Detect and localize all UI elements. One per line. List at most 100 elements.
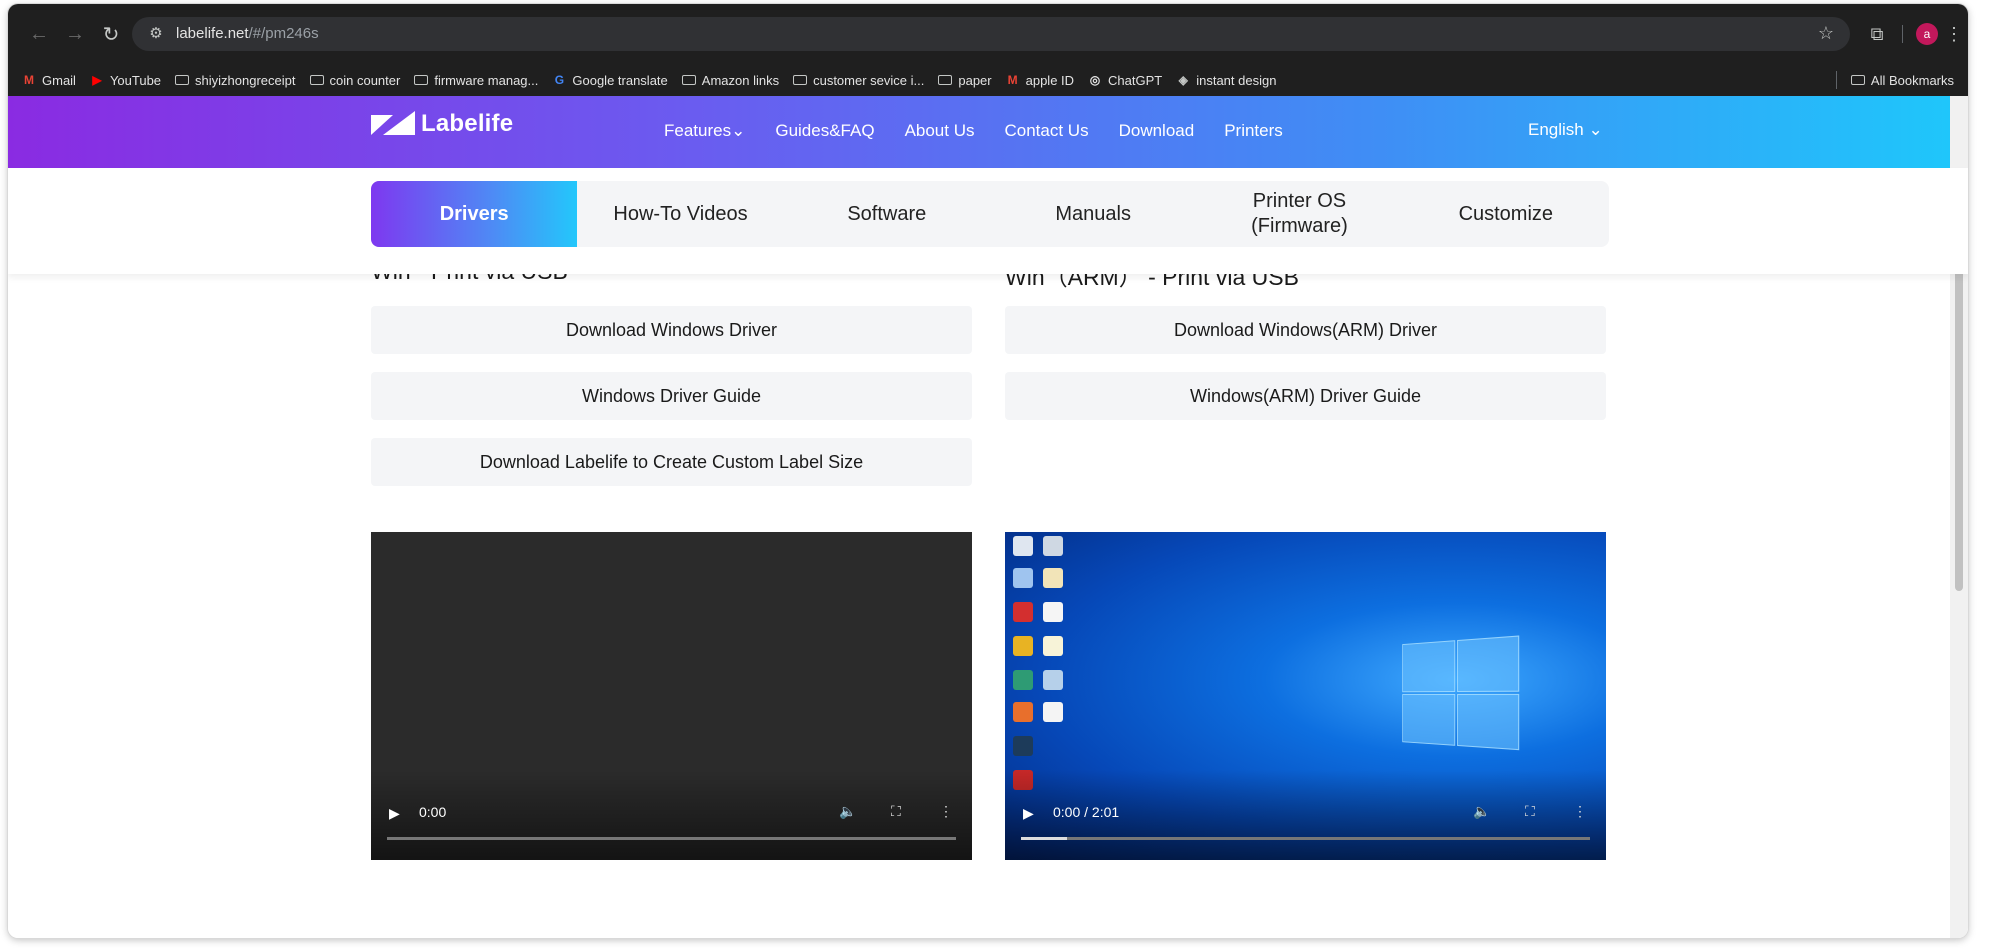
nav-features[interactable]: Features⌄ (664, 121, 745, 141)
avatar: a (1916, 23, 1938, 45)
back-button[interactable]: ← (24, 19, 54, 49)
folder-icon (793, 73, 808, 87)
folder-icon (175, 73, 190, 87)
recycle-bin-icon (1013, 536, 1033, 556)
pdf-icon (1013, 602, 1033, 622)
url-text[interactable]: labelife.net/#/pm246s (176, 25, 319, 42)
bookmark-label: ChatGPT (1108, 72, 1163, 88)
bookmark-item[interactable]: paper (938, 73, 992, 88)
tab-software[interactable]: Software (784, 181, 990, 247)
desktop-app-icon (1043, 536, 1063, 556)
pdf-icon (1043, 702, 1063, 722)
all-bookmarks-button[interactable]: All Bookmarks (1850, 72, 1954, 88)
nav-contact-us[interactable]: Contact Us (1005, 121, 1089, 141)
video-player-right[interactable]: ▶ 0:00 / 2:01 🔈 ⛶ ⋮ (1005, 532, 1606, 860)
bookmark-label: Google translate (572, 72, 668, 88)
extensions-icon[interactable]: ⧉ (1862, 19, 1892, 49)
forward-button[interactable]: → (60, 19, 90, 49)
windows-logo (1402, 635, 1523, 755)
windows-driver-guide-button[interactable]: Windows Driver Guide (371, 372, 972, 420)
bookmark-label: YouTube (109, 72, 162, 88)
page-content: Labelife Features⌄ Guides&FAQ About Us C… (8, 96, 1968, 938)
nav-download[interactable]: Download (1119, 121, 1195, 141)
profile-button[interactable]: a (1912, 19, 1942, 49)
bookmark-item[interactable]: shiyizhongreceipt (175, 72, 296, 88)
language-label: English (1528, 120, 1584, 139)
logo-text: Labelife (421, 110, 514, 137)
language-selector[interactable]: English ⌄ (1528, 120, 1603, 140)
tab-drivers[interactable]: Drivers (371, 181, 578, 247)
reload-button[interactable]: ↻ (96, 19, 126, 49)
tab-printer-os[interactable]: Printer OS (Firmware) (1196, 181, 1402, 247)
bookmark-label: firmware manag... (434, 72, 539, 88)
fullscreen-icon[interactable]: ⛶ (1525, 803, 1535, 820)
scrollbar-thumb[interactable] (1955, 231, 1963, 591)
download-windows-driver-button[interactable]: Download Windows Driver (371, 306, 972, 354)
folder-icon (1850, 73, 1865, 87)
tab-manuals[interactable]: Manuals (990, 181, 1196, 247)
nav-features-label: Features (664, 121, 732, 140)
download-labelife-button[interactable]: Download Labelife to Create Custom Label… (371, 438, 972, 486)
bookmark-item[interactable]: G Google translate (552, 72, 668, 88)
bookmark-label: apple ID (1025, 72, 1075, 88)
bookmark-label: shiyizhongreceipt (195, 72, 296, 88)
play-icon[interactable]: ▶ (389, 805, 400, 822)
menu-kebab-icon[interactable]: ⋮ (1944, 19, 1964, 49)
toolbar-divider (1902, 25, 1903, 43)
bookmark-item[interactable]: ▶ YouTube (90, 73, 161, 88)
translate-icon: G (554, 73, 565, 87)
bookmark-item[interactable]: customer sevice i... (793, 73, 924, 88)
bookmark-item[interactable]: Amazon links (681, 73, 779, 88)
windows-arm-driver-guide-button[interactable]: Windows(ARM) Driver Guide (1005, 372, 1606, 420)
bookmark-item[interactable]: Mapple ID (1006, 73, 1074, 88)
volume-icon[interactable]: 🔈 (839, 803, 856, 820)
tab-label: Customize (1458, 202, 1554, 225)
top-navigation: Features⌄ Guides&FAQ About Us Contact Us… (664, 121, 1283, 141)
site-info-icon[interactable]: ⚙ (146, 24, 166, 44)
folder-icon (681, 73, 696, 87)
desktop-app-icon (1013, 736, 1033, 756)
bookmark-item[interactable]: ◈ instant design (1176, 73, 1277, 88)
labelife-logo-icon (371, 111, 415, 135)
document-icon (1043, 602, 1063, 622)
video-time: 0:00 (419, 804, 447, 820)
video-time: 0:00 / 2:01 (1053, 804, 1120, 820)
download-windows-arm-driver-button[interactable]: Download Windows(ARM) Driver (1005, 306, 1606, 354)
site-logo[interactable]: Labelife (371, 110, 513, 138)
fullscreen-icon[interactable]: ⛶ (891, 803, 901, 820)
chatgpt-icon: ◎ (1089, 73, 1101, 87)
more-options-icon[interactable]: ⋮ (939, 803, 953, 820)
bookmark-item[interactable]: ◎ ChatGPT (1088, 73, 1162, 88)
tab-customize[interactable]: Customize (1403, 181, 1609, 247)
tab-label: Software (847, 202, 927, 225)
volume-icon[interactable]: 🔈 (1473, 803, 1490, 820)
video-progress-bar[interactable] (1021, 837, 1590, 840)
url-path: /#/pm246s (248, 25, 319, 42)
all-bookmarks-label: All Bookmarks (1870, 72, 1954, 88)
bookmark-item[interactable]: M Gmail (22, 73, 76, 88)
nav-printers[interactable]: Printers (1224, 121, 1283, 141)
video-player-left[interactable]: ▶ 0:00 🔈 ⛶ ⋮ (371, 532, 972, 860)
edge-icon (1013, 670, 1033, 690)
bookmark-item[interactable]: firmware manag... (414, 73, 538, 88)
more-options-icon[interactable]: ⋮ (1573, 803, 1587, 820)
folder-icon (309, 73, 324, 87)
video-progress-fill (1021, 837, 1067, 840)
desktop-app-icon (1013, 702, 1033, 722)
tab-label: Printer OS (Firmware) (1251, 190, 1348, 237)
nav-about-us[interactable]: About Us (905, 121, 975, 141)
folder-icon (938, 73, 953, 87)
windows-driver-section: Win - Print via USB Download Windows Dri… (371, 258, 972, 486)
tab-label: How-To Videos (613, 202, 748, 225)
bookmark-item[interactable]: coin counter (309, 73, 400, 88)
tab-how-to-videos[interactable]: How-To Videos (577, 181, 783, 247)
video-progress-bar[interactable] (387, 837, 956, 840)
play-icon[interactable]: ▶ (1023, 805, 1034, 822)
bookmarks-divider (1835, 71, 1837, 89)
browser-window: ← → ↻ ⚙ labelife.net/#/pm246s ☆ ⧉ a ⋮ MG… (8, 4, 1968, 938)
nav-guides-faq[interactable]: Guides&FAQ (775, 121, 874, 141)
bookmark-label: customer sevice i... (813, 72, 925, 88)
address-bar[interactable]: ⚙ labelife.net/#/pm246s ☆ (132, 17, 1850, 51)
youtube-icon: ▶ (92, 73, 102, 87)
bookmark-star-icon[interactable]: ☆ (1818, 23, 1834, 44)
